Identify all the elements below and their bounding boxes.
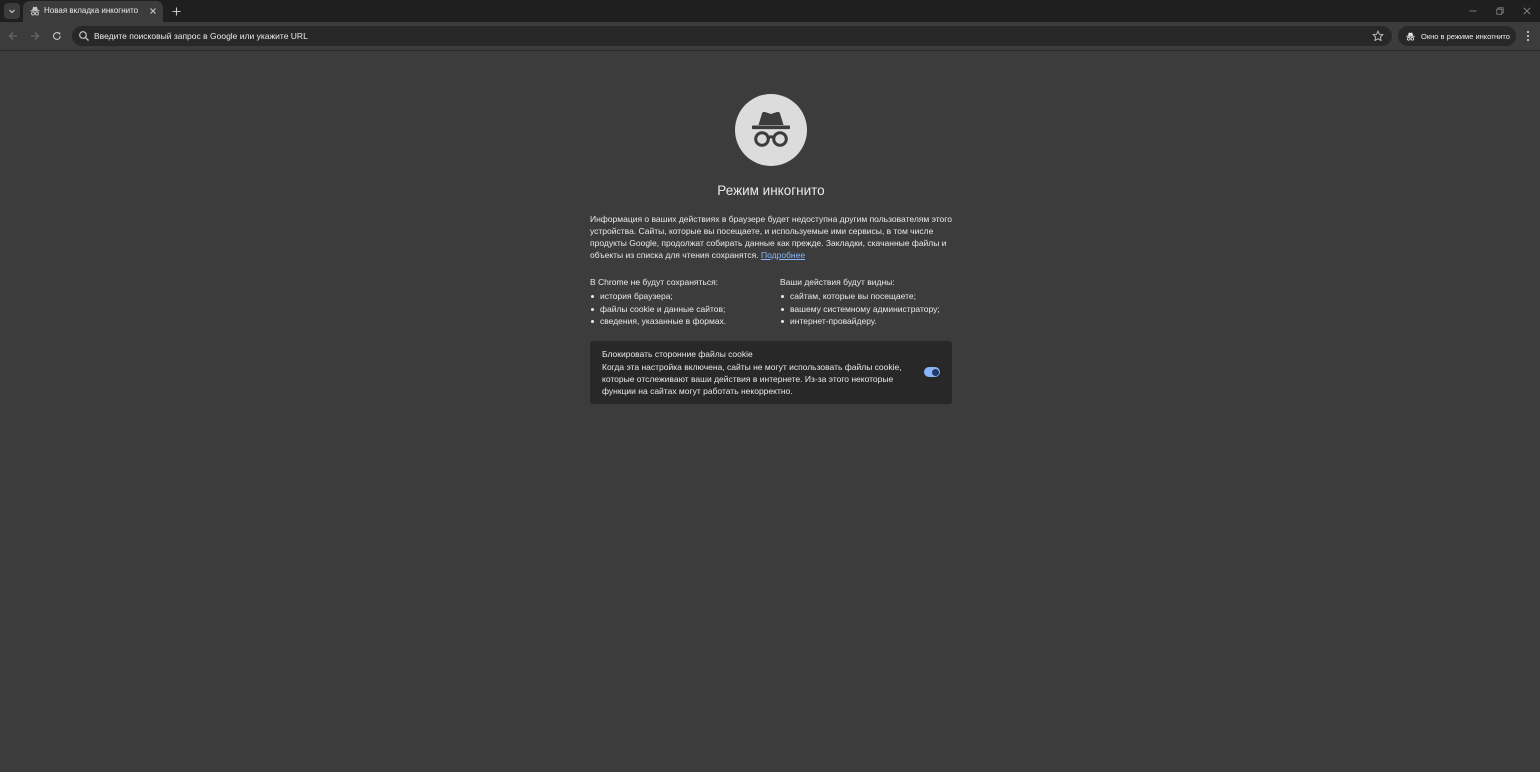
search-icon [79,31,89,41]
omnibox[interactable] [72,26,1392,46]
toggle-knob [931,368,939,376]
tab-strip: Новая вкладка инкогнито [0,0,1540,22]
incognito-icon [1406,32,1415,41]
cookie-controls-card: Блокировать сторонние файлы cookie Когда… [590,341,952,404]
tab-incognito-new[interactable]: Новая вкладка инкогнито [23,1,163,22]
arrow-left-icon [8,32,17,40]
arrow-right-icon [31,32,40,40]
incognito-hero [735,94,807,166]
close-icon [150,8,156,14]
new-tab-button[interactable] [168,3,184,19]
menu-button[interactable] [1522,28,1534,44]
page-title: Режим инкогнито [717,183,825,198]
incognito-icon [30,6,40,16]
cookie-card-description: Когда эта настройка включена, сайты не м… [602,362,902,396]
visible-to-title: Ваши действия будут видны: [780,277,895,287]
visible-to-column: Ваши действия будут видны: сайтам, котор… [780,276,952,327]
minimize-icon [1469,10,1477,12]
back-button[interactable] [5,28,21,44]
cookie-card-title: Блокировать сторонние файлы cookie [602,349,753,359]
list-item: история браузера; [590,290,770,302]
minimize-button[interactable] [1461,2,1485,20]
tab-title: Новая вкладка инкогнито [44,6,139,15]
restore-icon [1496,7,1504,15]
not-saved-list: история браузера; файлы cookie и данные … [590,290,770,327]
tab-close-button[interactable] [147,5,159,17]
chevron-down-icon [9,9,15,14]
list-item: сведения, указанные в формах. [590,315,770,327]
close-window-button[interactable] [1515,2,1539,20]
close-icon [1523,7,1531,15]
not-saved-title: В Chrome не будут сохраняться: [590,277,719,287]
intro-text: Информация о ваших действиях в браузере … [590,213,952,261]
incognito-window-chip[interactable]: Окно в режиме инкогнито [1398,26,1516,46]
list-item: сайтам, которые вы посещаете; [780,290,952,302]
list-item: файлы cookie и данные сайтов; [590,303,770,315]
incognito-icon [752,111,790,147]
incognito-ntp: Режим инкогнито Информация о ваших дейст… [0,51,1540,772]
visible-to-list: сайтам, которые вы посещаете; вашему сис… [780,290,952,327]
forward-button[interactable] [27,28,43,44]
bookmark-star-icon[interactable] [1372,30,1384,42]
reload-icon [52,32,61,40]
tab-search-button[interactable] [4,3,20,19]
list-item: интернет-провайдеру. [780,315,952,327]
more-vertical-icon [1526,30,1530,42]
address-input[interactable] [94,29,1354,43]
list-item: вашему системному администратору; [780,303,952,315]
reload-button[interactable] [49,28,65,44]
block-cookies-toggle[interactable] [924,367,940,377]
restore-button[interactable] [1488,2,1512,20]
learn-more-link[interactable]: Подробнее [761,250,805,260]
incognito-chip-label: Окно в режиме инкогнито [1421,31,1510,41]
toolbar: Окно в режиме инкогнито [0,22,1540,51]
plus-icon [172,7,180,15]
not-saved-column: В Chrome не будут сохраняться: история б… [590,276,770,327]
